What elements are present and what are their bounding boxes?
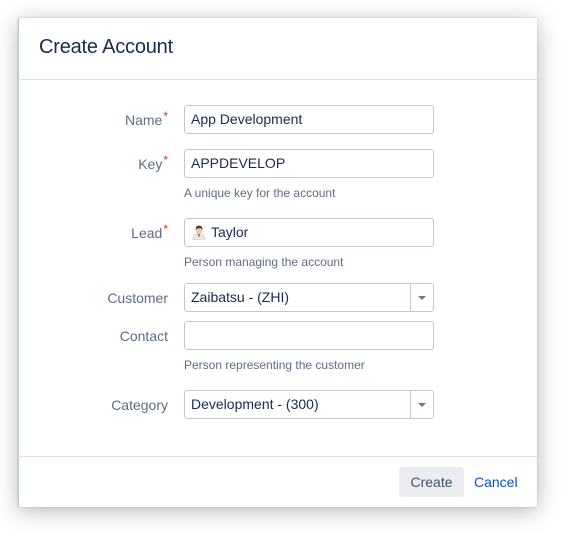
key-label-text: Key xyxy=(138,156,163,172)
required-marker: * xyxy=(163,109,168,123)
contact-label: Contact xyxy=(119,328,168,344)
create-account-dialog: Create Account Name* App Development Key… xyxy=(18,18,537,507)
contact-input[interactable] xyxy=(184,321,434,350)
key-input[interactable]: APPDEVELOP xyxy=(184,149,434,178)
customer-select[interactable]: Zaibatsu - (ZHI) xyxy=(184,283,434,312)
chevron-down-icon[interactable] xyxy=(410,284,433,311)
required-marker: * xyxy=(163,222,168,236)
dialog-header: Create Account xyxy=(18,18,537,80)
dialog-title: Create Account xyxy=(39,36,173,58)
key-input-value: APPDEVELOP xyxy=(191,155,286,171)
required-marker: * xyxy=(163,153,168,167)
lead-value: Taylor xyxy=(211,224,249,240)
dialog-footer: Create Cancel xyxy=(18,456,537,507)
name-label-text: Name xyxy=(124,112,163,128)
chevron-down-icon[interactable] xyxy=(410,391,433,418)
lead-help-text: Person managing the account xyxy=(184,255,344,269)
key-label: Key* xyxy=(138,153,168,172)
category-select[interactable]: Development - (300) xyxy=(184,390,434,419)
customer-select-value: Zaibatsu - (ZHI) xyxy=(191,289,290,305)
lead-picker[interactable]: Taylor xyxy=(184,218,434,247)
name-input[interactable]: App Development xyxy=(184,105,434,134)
customer-label: Customer xyxy=(107,290,168,306)
name-label: Name* xyxy=(124,109,168,128)
create-button[interactable]: Create xyxy=(399,467,464,497)
cancel-link[interactable]: Cancel xyxy=(474,467,518,497)
name-input-value: App Development xyxy=(191,111,303,127)
category-select-value: Development - (300) xyxy=(191,396,319,412)
contact-help-text: Person representing the customer xyxy=(184,358,365,372)
user-avatar-icon xyxy=(191,222,207,241)
lead-label: Lead* xyxy=(131,222,168,241)
lead-label-text: Lead xyxy=(131,225,163,241)
category-label: Category xyxy=(111,397,168,413)
key-help-text: A unique key for the account xyxy=(184,186,336,200)
